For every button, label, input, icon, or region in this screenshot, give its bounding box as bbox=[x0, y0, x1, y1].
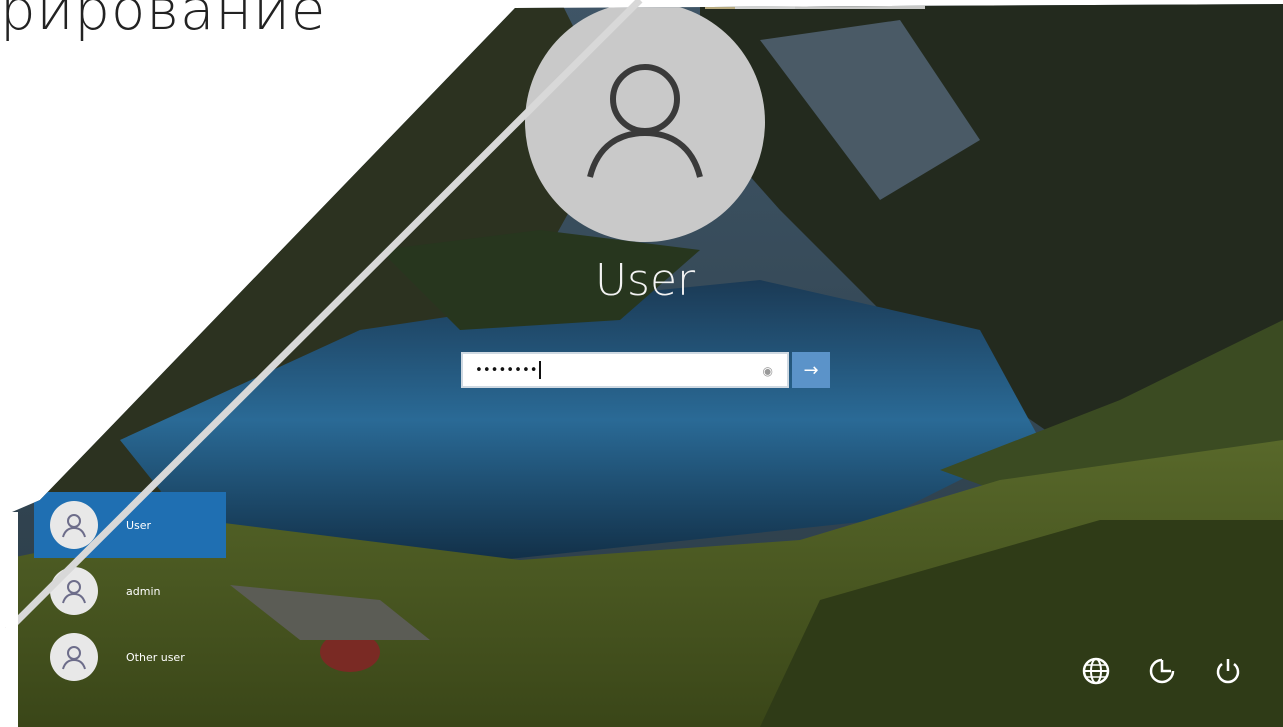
user-list-label: User bbox=[126, 518, 152, 532]
user-list-item-user[interactable]: User bbox=[34, 492, 226, 558]
network-icon[interactable] bbox=[1077, 652, 1115, 690]
user-icon bbox=[587, 64, 703, 178]
text-caret bbox=[538, 361, 541, 379]
user-icon bbox=[62, 580, 86, 604]
user-name: User bbox=[594, 255, 696, 306]
password-value: •••••••• bbox=[475, 362, 538, 378]
user-avatar-small bbox=[50, 567, 98, 615]
user-list-label: Other user bbox=[126, 650, 185, 664]
user-switcher-list: User admin Other user bbox=[34, 492, 234, 690]
user-list-item-admin[interactable]: admin bbox=[34, 558, 234, 624]
user-list-label: admin bbox=[126, 584, 161, 598]
window-fragment bbox=[705, 4, 925, 9]
lock-screen: User •••••••• ◉ → User admin Other user bbox=[12, 4, 1283, 727]
ease-of-access-icon[interactable] bbox=[1143, 652, 1181, 690]
user-list-item-other-user[interactable]: Other user bbox=[34, 624, 234, 690]
user-avatar-small bbox=[50, 633, 98, 681]
user-icon bbox=[62, 646, 86, 670]
page-heading: рирование bbox=[0, 0, 327, 43]
user-icon bbox=[62, 514, 86, 538]
user-avatar-small bbox=[50, 501, 98, 549]
arrow-right-icon: → bbox=[803, 359, 819, 381]
power-icon[interactable] bbox=[1209, 652, 1247, 690]
password-input[interactable]: •••••••• ◉ bbox=[461, 352, 789, 388]
user-avatar bbox=[525, 4, 765, 242]
eye-icon[interactable]: ◉ bbox=[763, 364, 773, 378]
system-tray bbox=[1077, 652, 1247, 690]
submit-button[interactable]: → bbox=[792, 352, 830, 388]
